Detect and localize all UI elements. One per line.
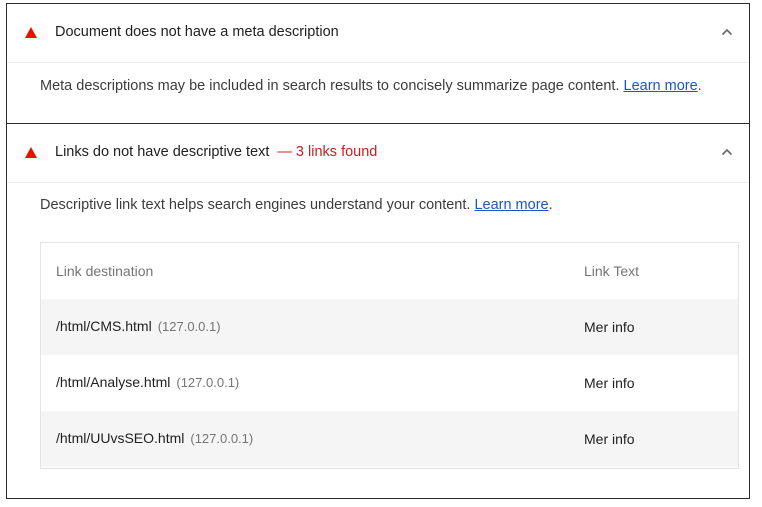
display-value: — 3 links found xyxy=(277,144,378,160)
audit-description: Descriptive link text helps search engin… xyxy=(40,197,553,213)
link-text: Mer info xyxy=(584,319,635,335)
chevron-up-icon[interactable] xyxy=(721,26,733,38)
table-row: /html/UUvsSEO.html (127.0.0.1) Mer info xyxy=(41,411,738,467)
link-destination: /html/CMS.html (127.0.0.1) xyxy=(56,318,221,334)
link-text: Mer info xyxy=(584,375,635,391)
link-host: (127.0.0.1) xyxy=(190,431,254,446)
learn-more-link[interactable]: Learn more xyxy=(474,197,548,213)
details-table: Link destination Link Text /html/CMS.htm… xyxy=(40,242,739,469)
audit-title: Document does not have a meta descriptio… xyxy=(55,24,339,40)
audit-meta-description: Document does not have a meta descriptio… xyxy=(6,3,750,124)
link-host: (127.0.0.1) xyxy=(176,375,240,390)
audit-header[interactable]: Document does not have a meta descriptio… xyxy=(7,4,749,63)
link-text: Mer info xyxy=(584,431,635,447)
column-header-link-destination: Link destination xyxy=(56,263,154,279)
audit-description: Meta descriptions may be included in sea… xyxy=(40,78,702,94)
table-header: Link destination Link Text xyxy=(41,243,738,299)
audit-link-text: Links do not have descriptive text — 3 li… xyxy=(6,123,750,499)
learn-more-link[interactable]: Learn more xyxy=(624,78,698,94)
warning-triangle-icon xyxy=(25,27,37,38)
chevron-up-icon[interactable] xyxy=(721,146,733,158)
link-destination: /html/UUvsSEO.html (127.0.0.1) xyxy=(56,430,254,446)
link-destination: /html/Analyse.html (127.0.0.1) xyxy=(56,374,240,390)
table-row: /html/CMS.html (127.0.0.1) Mer info xyxy=(41,299,738,355)
audit-header[interactable]: Links do not have descriptive text — 3 li… xyxy=(7,124,749,183)
warning-triangle-icon xyxy=(25,147,37,158)
audit-title: Links do not have descriptive text — 3 li… xyxy=(55,144,378,160)
column-header-link-text: Link Text xyxy=(584,263,639,279)
link-host: (127.0.0.1) xyxy=(157,319,221,334)
table-row: /html/Analyse.html (127.0.0.1) Mer info xyxy=(41,355,738,411)
